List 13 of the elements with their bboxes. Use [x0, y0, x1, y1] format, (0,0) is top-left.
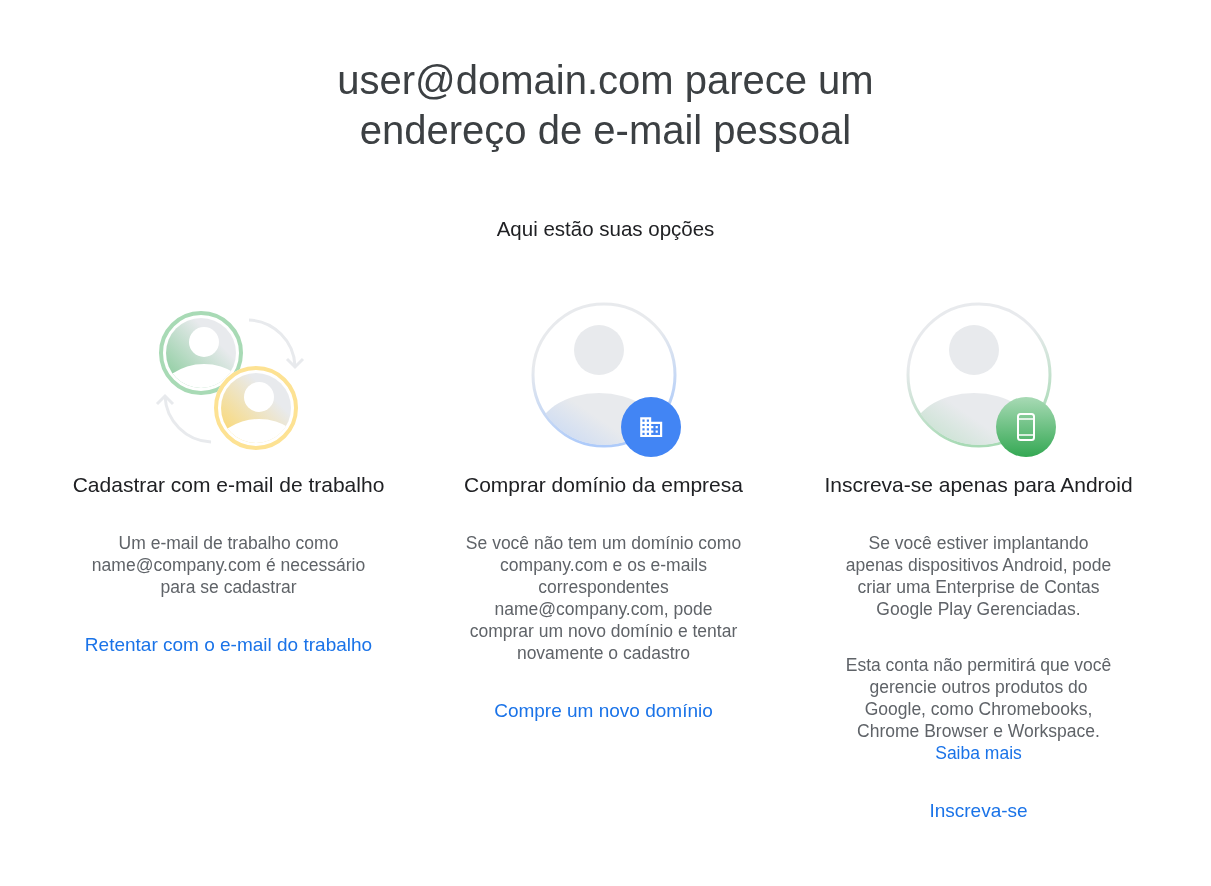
option-description: Esta conta não permitirá que você gerencie outros produtos do Google, como Chromebooks, Chrome Browser e Workspace. Saiba mais [844, 654, 1113, 764]
option-title: Cadastrar com e-mail de trabalho [72, 472, 385, 498]
option-action-link[interactable]: Inscreva-se [929, 799, 1028, 823]
option-action-link[interactable]: Retentar com o e-mail do trabalho [84, 633, 373, 657]
options-subheading: Aqui estão suas opções [496, 217, 715, 241]
option-title: Inscreva-se apenas para Android [824, 472, 1133, 498]
option-description: Se você estiver implantando apenas dispositivos Android, pode criar uma Enterprise de Contas Google Play Gerenciadas. [844, 532, 1113, 620]
page-heading: user@domain.com parece um endereço de e-mail pessoal [336, 57, 875, 154]
option-description: Se você não tem um domínio como company.com e os e-mails correspondentes name@company.com, pode comprar um novo domínio e tentar novamente o cadastro [464, 532, 743, 664]
option-description: Um e-mail de trabalho como name@company.com é necessário para se cadastrar [90, 532, 367, 598]
learn-more-link[interactable]: Saiba mais [935, 743, 1022, 763]
option-title: Comprar domínio da empresa [464, 472, 743, 498]
option-action-link[interactable]: Compre um novo domínio [494, 699, 713, 723]
